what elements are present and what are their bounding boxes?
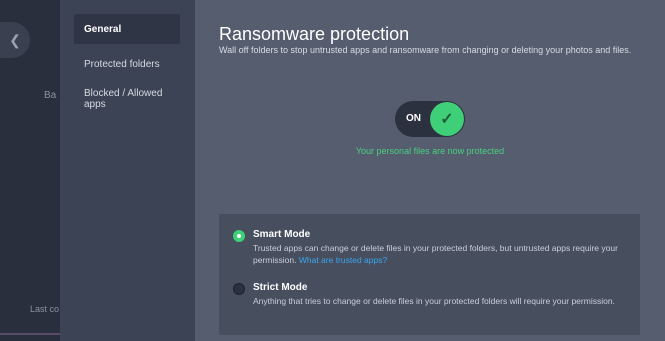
background-divider bbox=[0, 333, 60, 335]
sidebar-item-protected-folders[interactable]: Protected folders bbox=[74, 49, 180, 79]
background-text-fragment: Ba bbox=[44, 90, 57, 101]
settings-sidebar: General Protected folders Blocked / Allo… bbox=[60, 0, 195, 341]
toggle-label: ON bbox=[406, 113, 421, 124]
strict-mode-title[interactable]: Strict Mode bbox=[253, 282, 307, 293]
check-icon: ✓ bbox=[430, 102, 464, 136]
protection-toggle[interactable]: ON ✓ bbox=[395, 101, 465, 137]
sidebar-item-general[interactable]: General bbox=[74, 14, 180, 44]
smart-mode-title[interactable]: Smart Mode bbox=[253, 229, 310, 240]
page-subtitle: Wall off folders to stop untrusted apps … bbox=[219, 45, 632, 55]
main-content: Ransomware protection Wall off folders t… bbox=[195, 0, 665, 341]
trusted-apps-link[interactable]: What are trusted apps? bbox=[299, 255, 387, 265]
chevron-left-icon: ❮ bbox=[9, 31, 21, 48]
page-title: Ransomware protection bbox=[219, 24, 410, 44]
strict-mode-radio[interactable] bbox=[233, 283, 245, 295]
sidebar-item-blocked-allowed-apps[interactable]: Blocked / Allowed apps bbox=[74, 84, 180, 114]
mode-options-panel: Smart Mode Trusted apps can change or de… bbox=[219, 214, 640, 335]
smart-mode-description: Trusted apps can change or delete files … bbox=[253, 242, 633, 266]
strict-mode-description: Anything that tries to change or delete … bbox=[253, 296, 615, 306]
protection-status: Your personal files are now protected bbox=[355, 146, 505, 156]
background-text-fragment-bottom: Last co bbox=[30, 304, 60, 314]
smart-mode-radio[interactable] bbox=[233, 230, 245, 242]
